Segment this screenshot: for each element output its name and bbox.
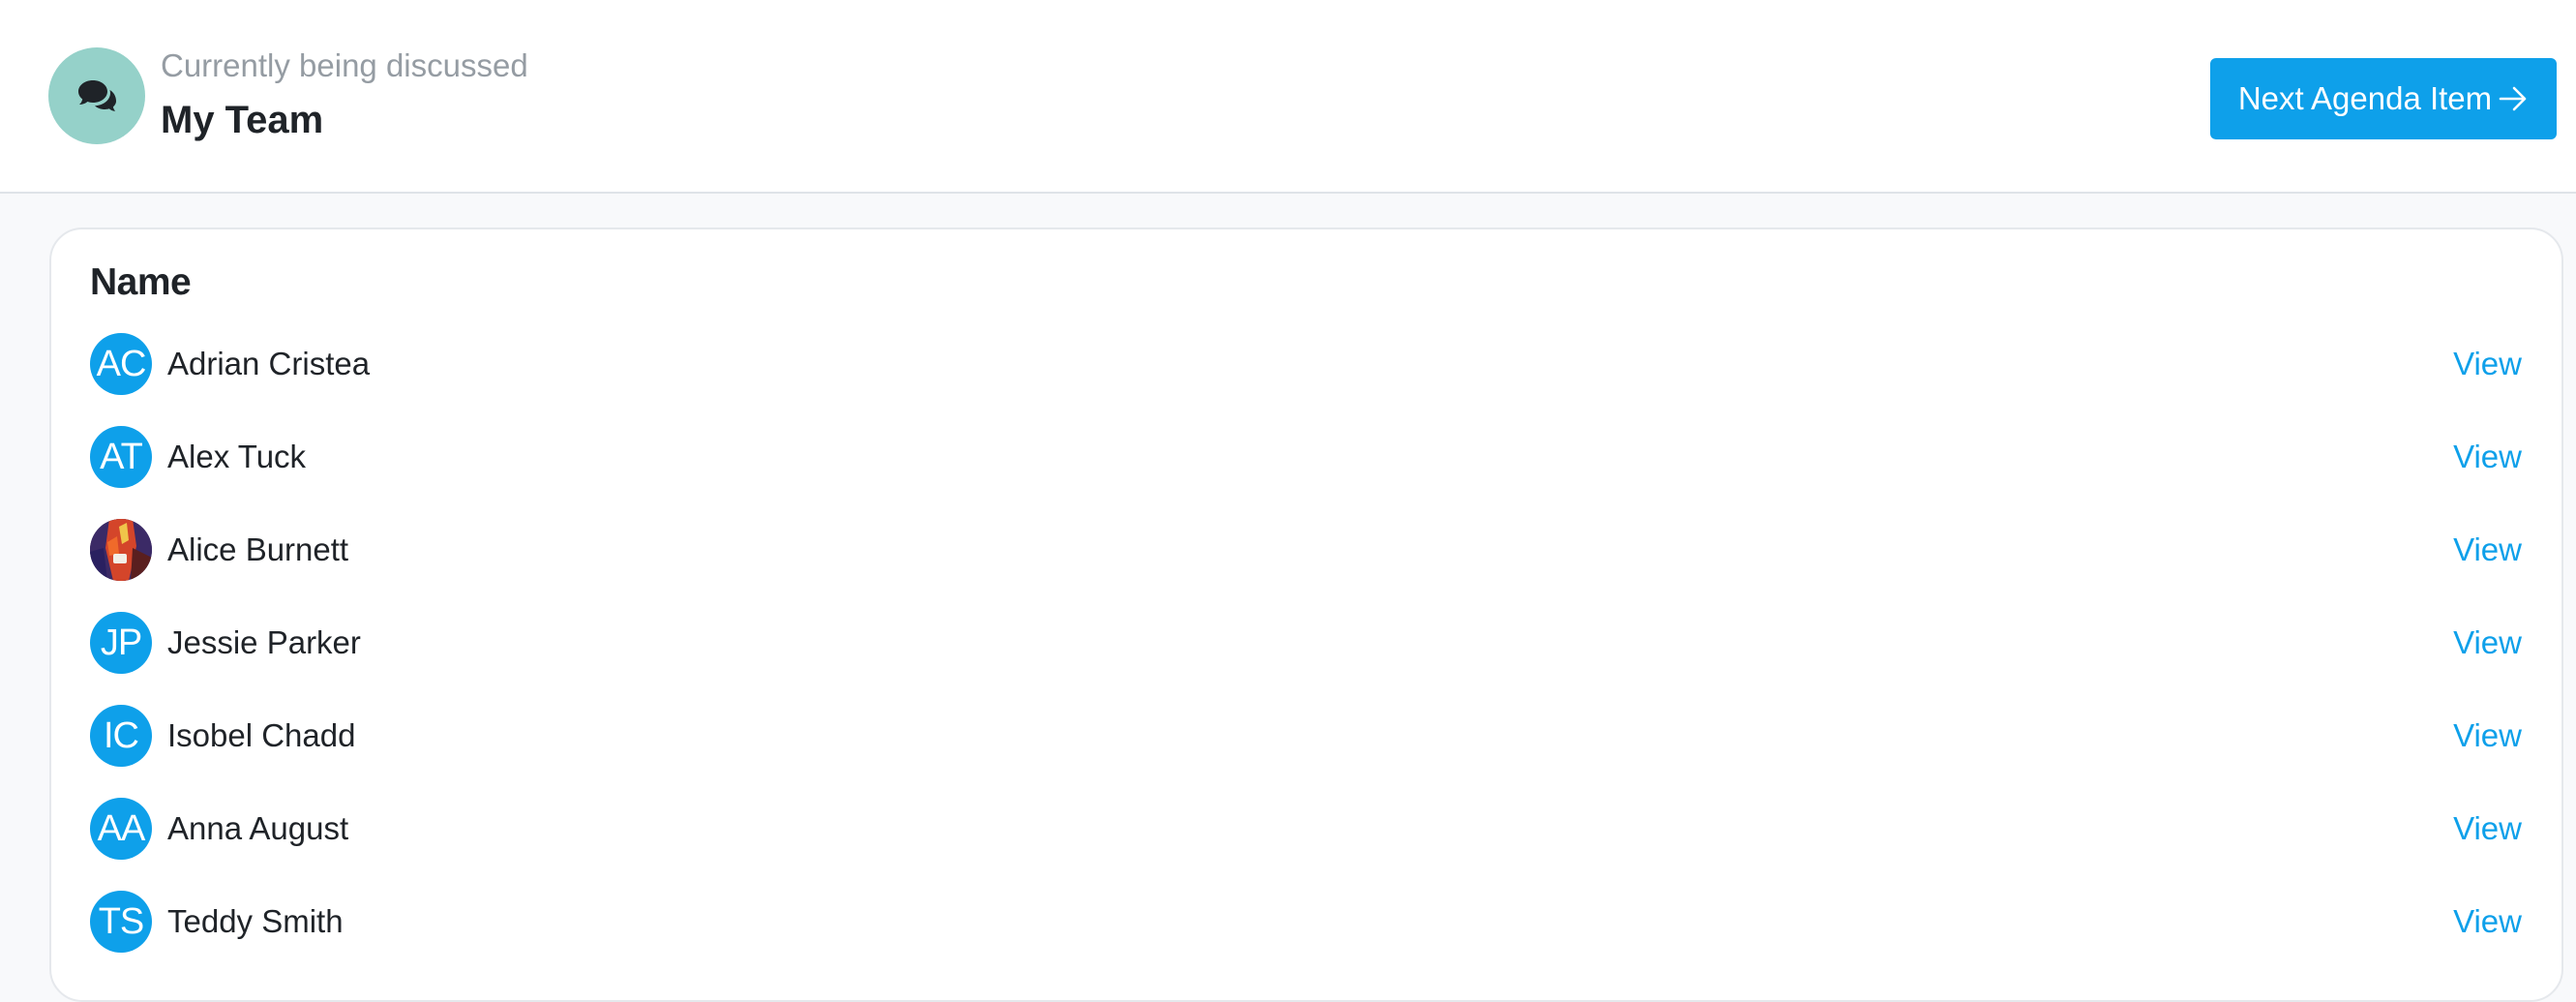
member-name: Teddy Smith <box>167 903 344 939</box>
view-member-link[interactable]: View <box>2453 807 2522 850</box>
member-name: Alex Tuck <box>167 439 307 474</box>
topic-header: Currently being discussed My Team Next A… <box>0 0 2576 194</box>
view-member-link[interactable]: View <box>2453 436 2522 478</box>
avatar: TS <box>90 891 152 953</box>
avatar: AC <box>90 333 152 395</box>
member-row: IC Isobel Chadd View <box>51 689 2561 782</box>
member-name: Alice Burnett <box>167 531 349 567</box>
member-name: Anna August <box>167 810 349 846</box>
member-row: JP Jessie Parker View <box>51 596 2561 689</box>
member-row: AA Anna August View <box>51 782 2561 875</box>
member-row: AC Adrian Cristea View <box>51 318 2561 410</box>
view-member-link[interactable]: View <box>2453 529 2522 571</box>
member-row: AT Alex Tuck View <box>51 410 2561 503</box>
avatar: AA <box>90 798 152 860</box>
avatar: IC <box>90 705 152 767</box>
arrow-right-icon <box>2498 85 2529 112</box>
next-agenda-item-label: Next Agenda Item <box>2237 80 2493 116</box>
avatar: JP <box>90 612 152 674</box>
view-member-link[interactable]: View <box>2453 343 2522 385</box>
view-member-link[interactable]: View <box>2453 622 2522 664</box>
member-name: Isobel Chadd <box>167 717 356 753</box>
avatar: AT <box>90 426 152 488</box>
member-row: Alice Burnett View <box>51 503 2561 596</box>
topic-title: My Team <box>161 99 324 141</box>
next-agenda-item-button[interactable]: Next Agenda Item <box>2210 58 2557 139</box>
avatar-photo <box>90 519 152 581</box>
topic-kicker: Currently being discussed <box>161 47 528 83</box>
member-row: TS Teddy Smith View <box>51 875 2561 968</box>
name-column-header: Name <box>90 261 192 303</box>
team-member-list: AC Adrian Cristea View AT Alex Tuck View <box>51 318 2561 968</box>
team-members-card: Name AC Adrian Cristea View AT Alex Tuck… <box>49 228 2563 1002</box>
view-member-link[interactable]: View <box>2453 714 2522 757</box>
member-name: Jessie Parker <box>167 624 361 660</box>
chat-bubbles-icon <box>48 47 145 144</box>
member-name: Adrian Cristea <box>167 346 371 381</box>
view-member-link[interactable]: View <box>2453 900 2522 943</box>
